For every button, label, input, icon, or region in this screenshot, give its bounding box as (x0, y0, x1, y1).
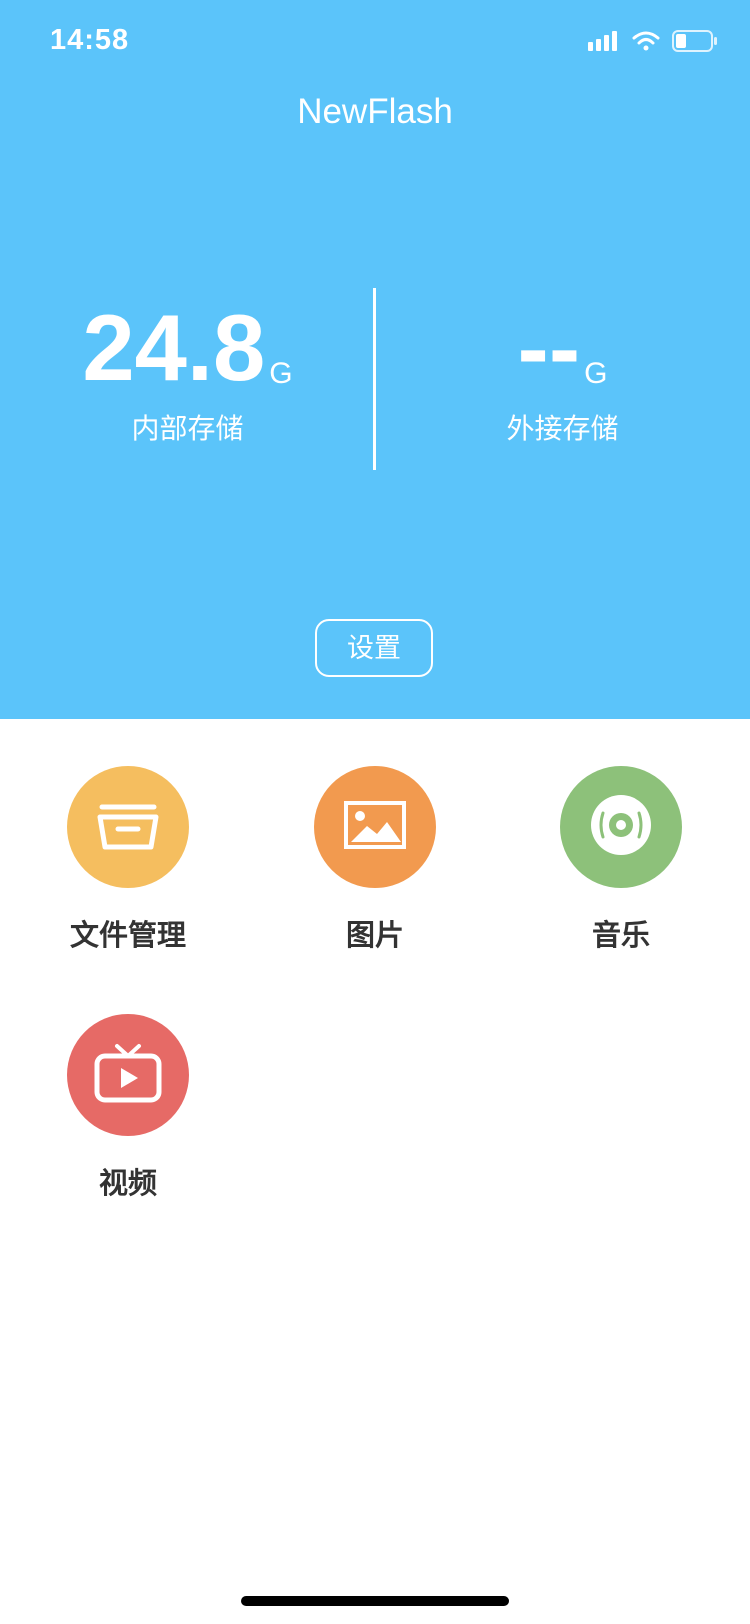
home-indicator[interactable] (241, 1596, 509, 1606)
battery-icon (672, 30, 718, 57)
images-label: 图片 (345, 920, 404, 952)
image-icon (343, 800, 407, 855)
music-disc-icon (583, 787, 659, 868)
tv-play-icon (93, 1042, 163, 1109)
video-button[interactable]: 视频 (28, 1014, 228, 1202)
external-storage-unit: G (584, 357, 608, 390)
video-icon-bg (67, 1014, 189, 1136)
internal-storage: 24.8 G 内部存储 (0, 300, 375, 447)
file-manager-icon-bg (67, 766, 189, 888)
video-label: 视频 (98, 1168, 157, 1200)
app-title: NewFlash (297, 92, 453, 131)
folder-icon (96, 797, 160, 858)
file-manager-button[interactable]: 文件管理 (28, 766, 228, 954)
images-icon-bg (314, 766, 436, 888)
internal-storage-value: 24.8 (82, 295, 266, 400)
images-button[interactable]: 图片 (275, 766, 475, 954)
status-icons (588, 30, 718, 57)
music-icon-bg (560, 766, 682, 888)
signal-icon (588, 30, 620, 57)
external-storage-value: -- (517, 295, 581, 400)
music-label: 音乐 (591, 920, 650, 952)
external-storage-label: 外接存储 (506, 413, 619, 444)
file-manager-label: 文件管理 (69, 920, 186, 952)
internal-storage-label: 内部存储 (131, 413, 244, 444)
internal-storage-unit: G (269, 357, 293, 390)
external-storage: -- G 外接存储 (375, 300, 750, 447)
status-time: 14:58 (50, 24, 130, 56)
settings-button[interactable]: 设置 (315, 619, 433, 677)
header: 14:58 NewFlash 24.8 G 内部存储 -- G 外接存储 设置 (0, 0, 750, 719)
music-button[interactable]: 音乐 (521, 766, 721, 954)
wifi-icon (632, 30, 660, 57)
